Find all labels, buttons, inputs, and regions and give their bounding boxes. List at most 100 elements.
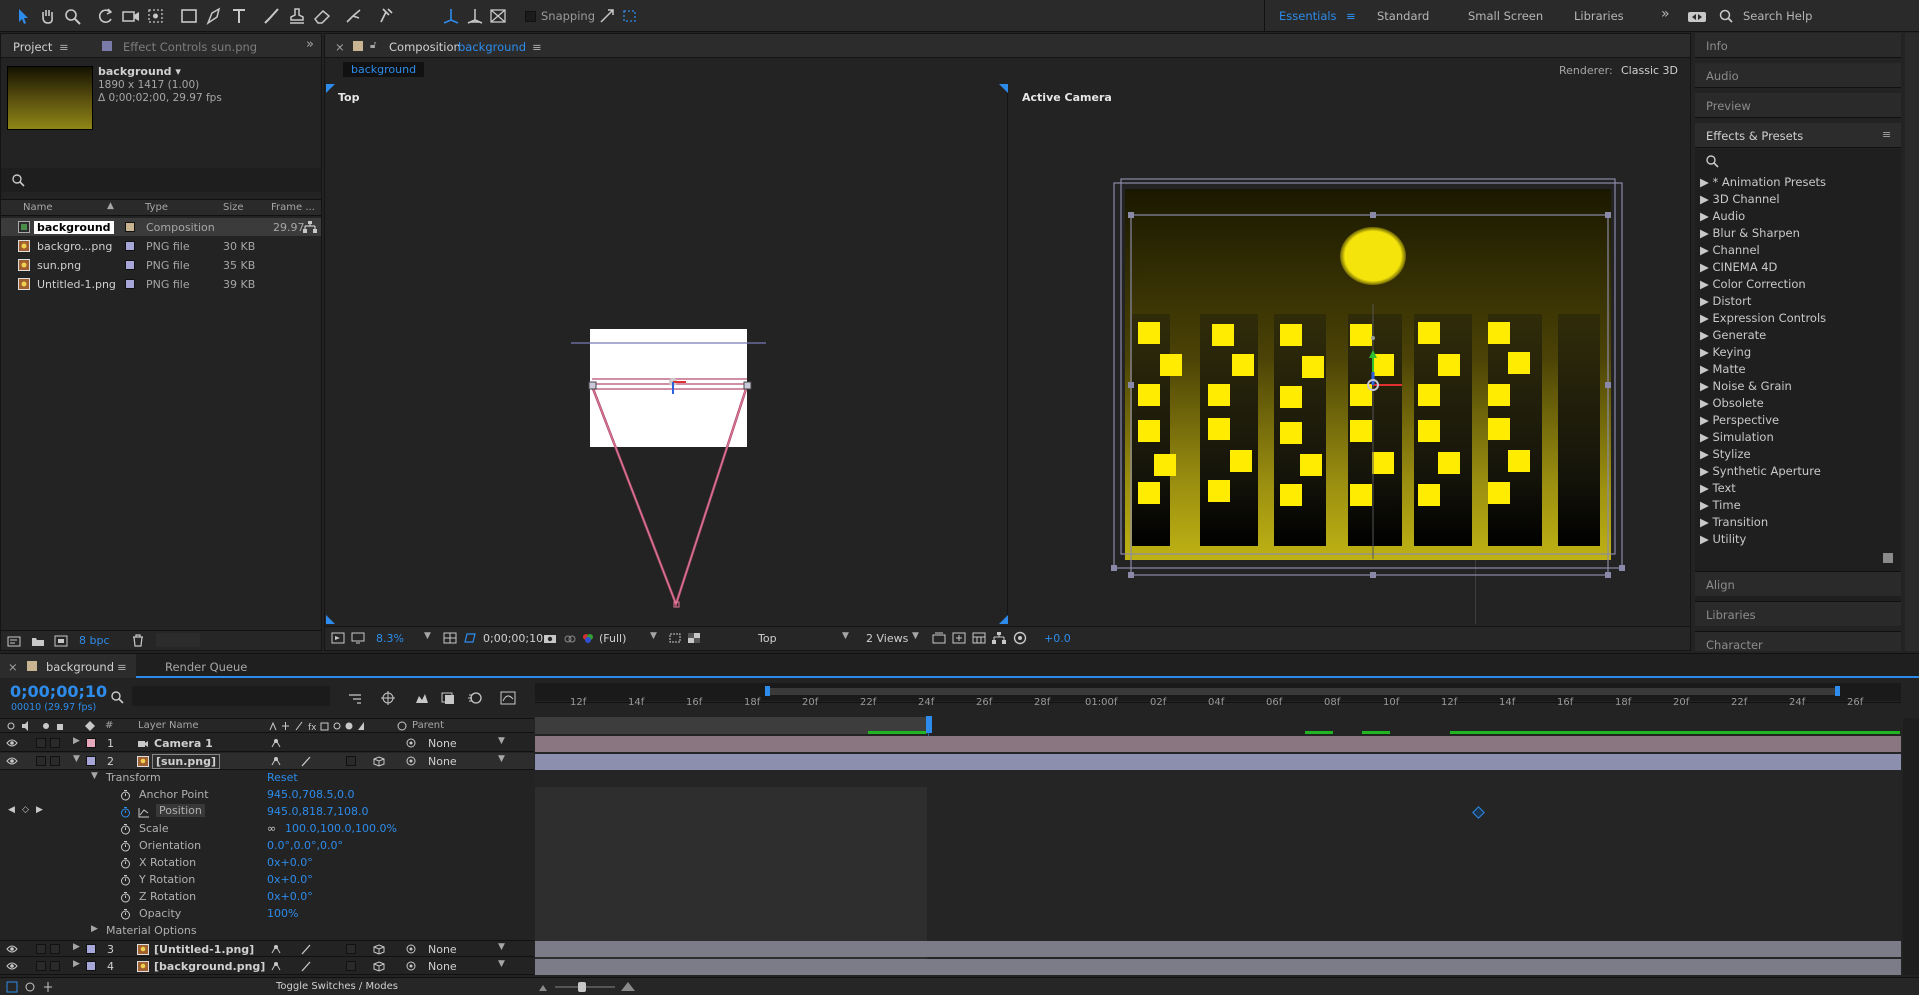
layer-bar-sun[interactable] [535,754,1901,770]
close-tab-icon[interactable]: × [8,660,18,674]
parent-dropdown-icon[interactable]: ▼ [498,942,505,952]
world-axis-mode-icon[interactable] [464,6,486,26]
lock-switch[interactable] [50,738,60,748]
thumbnail-slider[interactable] [156,633,200,647]
expand-arrow-icon[interactable]: ▶ [73,959,80,969]
project-search-bar[interactable] [1,168,321,192]
property-value[interactable]: 0.0°,0.0°,0.0° [267,839,343,852]
magnification-value[interactable]: 8.3% [376,632,404,645]
adjustment-switch[interactable] [346,756,356,766]
sync-settings-icon[interactable] [1686,9,1708,29]
effect-category[interactable]: ▶ CINEMA 4D [1700,260,1777,274]
solo-switch[interactable] [36,756,46,766]
tab-composition-prefix[interactable]: Composition [389,40,461,54]
bit-depth-button[interactable]: 8 bpc [79,634,110,647]
property-value[interactable]: 945.0,708.5,0.0 [267,788,354,801]
brush-tool-icon[interactable] [261,6,283,26]
current-time-display[interactable]: 0;00;00;10 [483,632,543,645]
property-name-selected[interactable]: Position [156,804,205,817]
snapping-checkbox[interactable] [525,11,536,22]
project-item-row[interactable]: backgro...png PNG file 30 KB [1,237,321,255]
parent-dropdown-icon[interactable]: ▼ [498,754,505,764]
effect-category[interactable]: ▶ Obsolete [1700,396,1764,410]
expand-arrow-icon[interactable]: ▶ [73,736,80,746]
magnification-dropdown-icon[interactable]: ▼ [424,631,431,641]
workspace-libraries[interactable]: Libraries [1574,9,1624,23]
solo-switch[interactable] [36,944,46,954]
navigator-range[interactable] [768,688,1838,695]
parent-select[interactable]: None [428,960,457,973]
lock-switch[interactable] [50,944,60,954]
search-help-icon[interactable] [1718,8,1740,28]
solo-switch[interactable] [36,738,46,748]
view-layout-value[interactable]: 2 Views [866,632,908,645]
next-keyframe-icon[interactable]: ▶ [36,805,43,815]
resolution-dropdown-icon[interactable]: ▼ [650,631,657,641]
snap-edges-icon[interactable] [596,6,618,26]
layer-bar-camera[interactable] [535,736,1901,752]
roto-brush-tool-icon[interactable] [343,6,365,26]
item-name[interactable]: Untitled-1.png [37,278,116,291]
effect-category[interactable]: ▶ Noise & Grain [1700,379,1792,393]
effects-menu-icon[interactable]: ≡ [1882,128,1891,141]
label-color-swatch[interactable] [125,241,135,251]
parent-dropdown-icon[interactable]: ▼ [498,959,505,969]
item-name[interactable]: background [34,221,114,234]
column-type[interactable]: Type [145,202,168,213]
effect-category[interactable]: ▶ Keying [1700,345,1751,359]
clone-stamp-tool-icon[interactable] [286,6,308,26]
label-color-swatch[interactable] [125,279,135,289]
project-item-row[interactable]: Untitled-1.png PNG file 39 KB [1,275,321,293]
local-axis-mode-icon[interactable] [440,6,462,26]
item-name[interactable]: sun.png [37,259,81,272]
adjustment-switch[interactable] [346,961,356,971]
snap-feather-icon[interactable] [619,6,641,26]
layer-row-background[interactable]: ▶ 4 [background.png] None ▼ [0,958,534,975]
right-panel-scrollbar[interactable] [1905,33,1919,651]
effect-category[interactable]: ▶ Synthetic Aperture [1700,464,1821,478]
parent-select[interactable]: None [428,943,457,956]
item-name[interactable]: backgro...png [37,240,112,253]
expand-arrow-icon[interactable]: ▶ [73,942,80,952]
camera-tool-icon[interactable] [120,6,142,26]
label-color-swatch[interactable] [125,260,135,270]
exposure-value[interactable]: +0.0 [1044,632,1071,645]
effect-category[interactable]: ▶ Text [1700,481,1736,495]
transform-reset-link[interactable]: Reset [267,771,298,784]
preview-panel-title[interactable]: Preview [1706,99,1751,113]
viewport-top[interactable]: Top [326,84,1008,624]
tab-timeline-background[interactable]: background [46,660,114,674]
layer-row-untitled[interactable]: ▶ 3 [Untitled-1.png] None ▼ [0,940,534,957]
constrain-proportions-icon[interactable]: ∞ [267,822,276,835]
effect-category[interactable]: ▶ Expression Controls [1700,311,1826,325]
property-value[interactable]: 100.0,100.0,100.0% [285,822,397,835]
rotation-tool-icon[interactable] [95,6,117,26]
effect-category[interactable]: ▶ Simulation [1700,430,1774,444]
effect-category[interactable]: ▶ Utility [1700,532,1746,546]
layer-name[interactable]: [Untitled-1.png] [154,943,254,956]
info-panel-title[interactable]: Info [1706,39,1728,53]
effect-category[interactable]: ▶ Transition [1700,515,1768,529]
property-value[interactable]: 0x+0.0° [267,890,313,903]
tab-project[interactable]: Project [13,40,52,54]
property-value[interactable]: 945.0,818.7,108.0 [267,805,368,818]
search-help-field[interactable]: Search Help [1743,9,1812,23]
effect-category[interactable]: ▶ 3D Channel [1700,192,1780,206]
parent-select[interactable]: None [428,755,457,768]
pan-behind-tool-icon[interactable] [145,6,167,26]
timeline-track-area[interactable] [535,752,1901,973]
project-item-row[interactable]: background Composition 29.97 [1,218,321,236]
current-time-indicator[interactable] [926,716,932,733]
rectangle-tool-icon[interactable] [178,6,200,26]
transform-collapse-icon[interactable]: ▼ [91,771,98,781]
layer-name[interactable]: [sun.png] [152,754,221,769]
label-color-swatch[interactable] [125,222,135,232]
renderer-value[interactable]: Classic 3D [1621,64,1678,77]
effect-category[interactable]: ▶ Matte [1700,362,1746,376]
material-options-label[interactable]: Material Options [106,924,197,937]
property-value[interactable]: 100% [267,907,298,920]
effect-category[interactable]: ▶ Blur & Sharpen [1700,226,1800,240]
character-panel-title[interactable]: Character [1706,638,1763,652]
view-layout-dropdown-icon[interactable]: ▼ [912,631,919,641]
3d-view-value[interactable]: Top [758,632,777,645]
